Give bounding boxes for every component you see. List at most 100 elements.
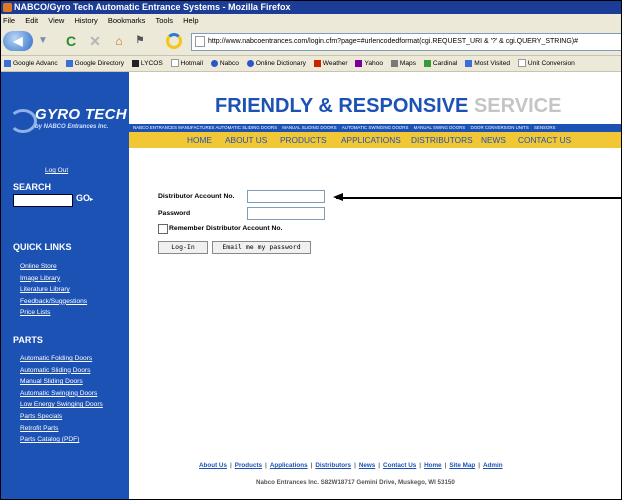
back-arrow-icon[interactable]: ◀ [3, 31, 33, 51]
menu-help[interactable]: Help [183, 16, 198, 25]
footer-link[interactable]: Site Map [449, 462, 475, 469]
nav-distributors[interactable]: DISTRIBUTORS [411, 132, 473, 148]
parts-link[interactable]: Low Energy Swinging Doors [20, 399, 103, 411]
sidebar: GYRO TECH by NABCO Entrances Inc. Log Ou… [1, 72, 129, 499]
remember-account-checkbox[interactable] [158, 224, 168, 234]
search-go-button[interactable]: GO▸ [76, 193, 93, 203]
dictionary-icon [246, 59, 254, 67]
menu-bar: File Edit View History Bookmarks Tools H… [1, 14, 621, 27]
parts-links-list: Automatic Folding Doors Automatic Slidin… [20, 353, 103, 446]
footer-link[interactable]: Distributors [315, 462, 351, 469]
bookmark-item[interactable]: Nabco [210, 56, 239, 71]
google-icon [65, 59, 73, 67]
logout-link[interactable]: Log Out [45, 167, 68, 174]
email-password-button[interactable]: Email me my password [212, 241, 311, 254]
footer-link[interactable]: Products [235, 462, 262, 469]
bookmark-page-icon[interactable]: ⚑ [133, 32, 147, 50]
parts-link[interactable]: Automatic Folding Doors [20, 353, 103, 365]
web-page: GYRO TECH by NABCO Entrances Inc. Log Ou… [1, 72, 621, 499]
window-title: NABCO/Gyro Tech Automatic Entrance Syste… [14, 2, 291, 12]
quick-link[interactable]: Feedback/Suggestions [20, 296, 87, 308]
parts-link[interactable]: Retrofit Parts [20, 423, 103, 435]
quick-link[interactable]: Image Library [20, 273, 87, 285]
star-icon [465, 59, 473, 67]
top-navigation: HOME ABOUT US PRODUCTS APPLICATIONS DIST… [129, 132, 621, 148]
footer-link[interactable]: Admin [483, 462, 503, 469]
navigation-toolbar: ◀ ▼ C ✕ ⌂ ⚑ http://www.nabcoentrances.co… [1, 27, 621, 56]
bookmark-item[interactable]: Weather [313, 56, 348, 71]
logo-sub-text: by NABCO Entrances Inc. [35, 124, 109, 130]
firefox-icon [3, 3, 12, 12]
bookmark-item[interactable]: Google Directory [65, 56, 124, 71]
quick-link[interactable]: Price Lists [20, 307, 87, 319]
parts-link[interactable]: Parts Catalog (PDF) [20, 434, 103, 446]
google-icon [4, 59, 11, 67]
nav-home[interactable]: HOME [187, 132, 212, 148]
password-label: Password [158, 210, 191, 217]
nav-applications[interactable]: APPLICATIONS [341, 132, 401, 148]
bookmark-item[interactable]: Unit Conversion [517, 56, 575, 71]
nav-contact-us[interactable]: CONTACT US [518, 132, 571, 148]
login-button[interactable]: Log-In [158, 241, 208, 254]
nav-products[interactable]: PRODUCTS [280, 132, 327, 148]
bookmark-item[interactable]: Maps [390, 56, 416, 71]
search-label: SEARCH [13, 182, 52, 192]
nav-news[interactable]: NEWS [481, 132, 506, 148]
account-number-label: Distributor Account No. [158, 193, 235, 200]
url-text: http://www.nabcoentrances.com/login.cfm?… [208, 38, 579, 45]
bookmark-item[interactable]: Hotmail [170, 56, 203, 71]
menu-bookmarks[interactable]: Bookmarks [108, 16, 146, 25]
bookmark-item[interactable]: Cardinal [423, 56, 457, 71]
forward-arrow-icon[interactable]: ▼ [36, 32, 50, 50]
bookmark-item[interactable]: LYCOS [131, 56, 163, 71]
footer-link[interactable]: News [359, 462, 375, 469]
page-favicon-icon [195, 35, 205, 47]
menu-file[interactable]: File [3, 16, 15, 25]
lycos-dog-icon [131, 59, 139, 67]
go-arrow-icon: ▸ [90, 197, 94, 203]
footer-link[interactable]: Applications [270, 462, 308, 469]
address-bar[interactable]: http://www.nabcoentrances.com/login.cfm?… [191, 33, 621, 51]
nav-about-us[interactable]: ABOUT US [225, 132, 267, 148]
menu-tools[interactable]: Tools [155, 16, 173, 25]
quick-link[interactable]: Online Store [20, 261, 87, 273]
account-number-input[interactable] [247, 190, 325, 203]
password-input[interactable] [247, 207, 325, 220]
logo-main-text: GYRO TECH [35, 106, 127, 123]
menu-view[interactable]: View [48, 16, 64, 25]
parts-heading: PARTS [13, 335, 43, 345]
parts-link[interactable]: Manual Sliding Doors [20, 376, 103, 388]
browser-window: NABCO/Gyro Tech Automatic Entrance Syste… [0, 0, 622, 500]
stop-icon[interactable]: ✕ [87, 32, 103, 50]
gyro-tech-logo[interactable]: GYRO TECH by NABCO Entrances Inc. [1, 72, 129, 150]
parts-link[interactable]: Parts Specials [20, 411, 103, 423]
menu-history[interactable]: History [74, 16, 97, 25]
banner-tagline: FRIENDLY & RESPONSIVE SERVICE [215, 95, 562, 117]
bookmark-item[interactable]: Online Dictionary [246, 56, 306, 71]
person-icon [390, 59, 398, 67]
home-icon[interactable]: ⌂ [111, 32, 127, 50]
menu-edit[interactable]: Edit [25, 16, 38, 25]
reload-icon[interactable]: C [63, 32, 79, 50]
bookmark-item[interactable]: Google Advanc [4, 56, 58, 71]
header-banner: FRIENDLY & RESPONSIVE SERVICE [129, 72, 621, 124]
bookmark-item[interactable]: Most Visited [465, 56, 510, 71]
annotation-arrow-line [336, 197, 621, 199]
footer-link[interactable]: Home [424, 462, 442, 469]
globe-icon [210, 59, 218, 67]
bookmark-item[interactable]: Yahoo [355, 56, 383, 71]
search-input[interactable] [13, 194, 73, 207]
footer-link[interactable]: About Us [199, 462, 227, 469]
remember-account-label: Remember Distributor Account No. [169, 225, 283, 232]
logo-swirl-icon [9, 109, 37, 133]
yahoo-icon [355, 59, 363, 67]
annotation-arrow-icon [333, 193, 343, 201]
title-bar: NABCO/Gyro Tech Automatic Entrance Syste… [1, 1, 621, 14]
quick-links-heading: QUICK LINKS [13, 242, 72, 252]
loading-spinner-icon [166, 33, 182, 49]
footer-link[interactable]: Contact Us [383, 462, 416, 469]
quick-link[interactable]: Literature Library [20, 284, 87, 296]
parts-link[interactable]: Automatic Sliding Doors [20, 365, 103, 377]
parts-link[interactable]: Automatic Swinging Doors [20, 388, 103, 400]
footer-links: About Us | Products | Applications | Distribut… [199, 462, 503, 469]
